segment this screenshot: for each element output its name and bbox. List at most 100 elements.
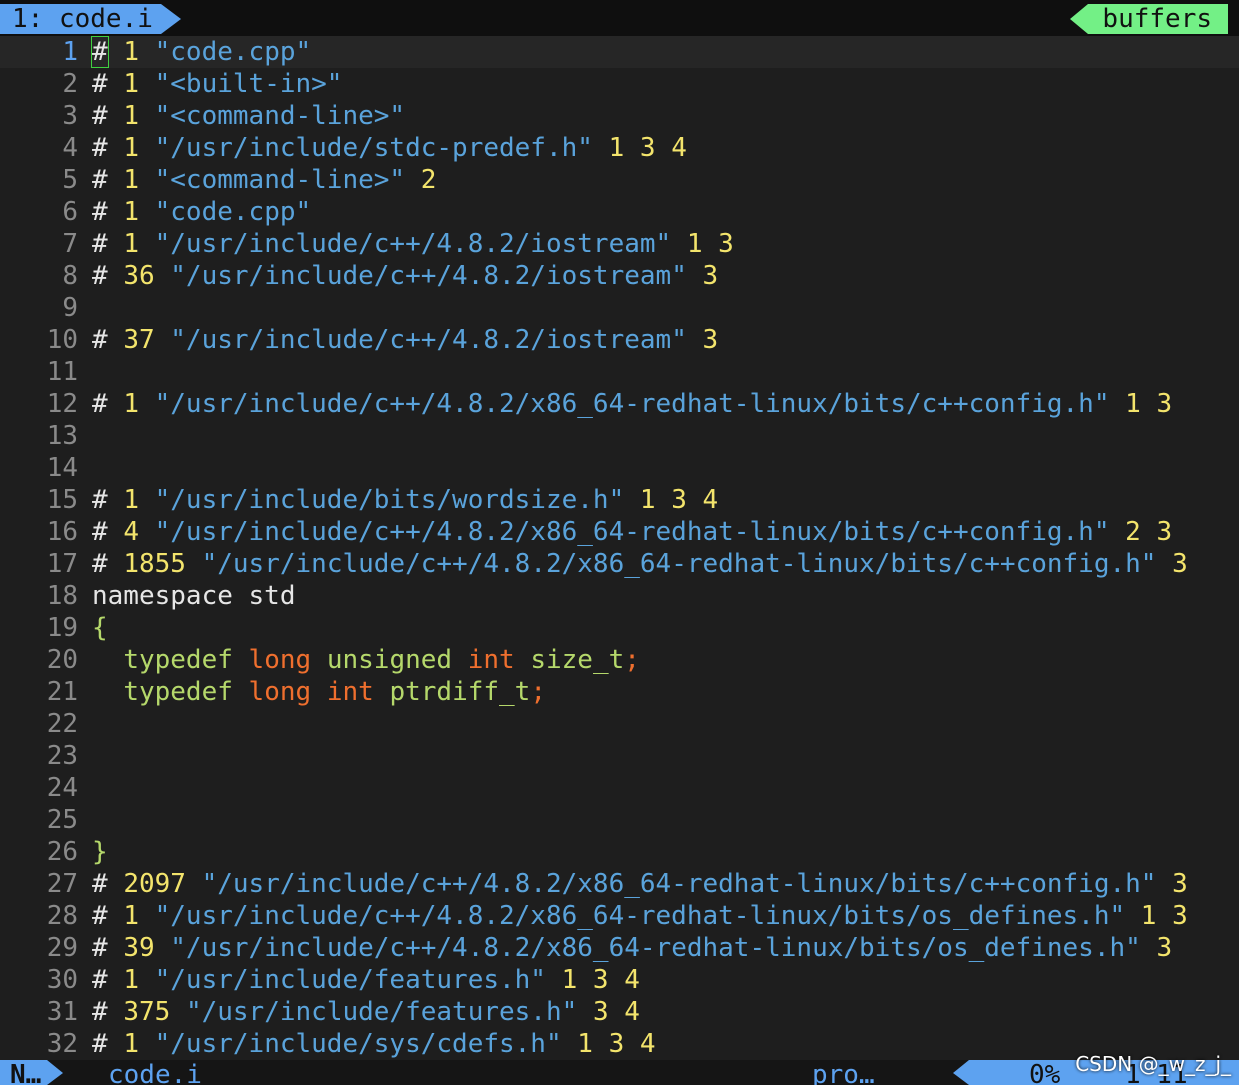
code-token: # xyxy=(92,901,108,931)
code-token: # xyxy=(92,69,108,99)
code-line[interactable]: 10 # 37 "/usr/include/c++/4.8.2/iostream"… xyxy=(0,324,1239,356)
code-line[interactable]: 28 # 1 "/usr/include/c++/4.8.2/x86_64-red… xyxy=(0,900,1239,932)
code-line[interactable]: 17 # 1855 "/usr/include/c++/4.8.2/x86_64-… xyxy=(0,548,1239,580)
tabline: 1: code.i buffers xyxy=(0,0,1239,36)
code-token: 1 3 xyxy=(1125,389,1173,419)
code-line[interactable]: 4 # 1 "/usr/include/stdc-predef.h" 1 3 4 xyxy=(0,132,1239,164)
code-token: 4 xyxy=(123,517,139,547)
code-token: "/usr/include/c++/4.8.2/x86_64-redhat-li… xyxy=(201,869,1157,899)
code-line[interactable]: 1 # 1 "code.cpp" xyxy=(0,36,1239,68)
code-line[interactable]: 26} xyxy=(0,836,1239,868)
code-line[interactable]: 31 # 375 "/usr/include/features.h" 3 4 xyxy=(0,996,1239,1028)
code-token: "/usr/include/sys/cdefs.h" xyxy=(154,1029,562,1059)
code-line[interactable]: 9 xyxy=(0,292,1239,324)
line-number: 17 xyxy=(46,549,78,579)
line-number: 30 xyxy=(46,965,78,995)
code-token: "/usr/include/c++/4.8.2/x86_64-redhat-li… xyxy=(201,549,1157,579)
line-number: 27 xyxy=(46,869,78,899)
line-number: 7 xyxy=(62,229,78,259)
code-line[interactable]: 29 # 39 "/usr/include/c++/4.8.2/x86_64-re… xyxy=(0,932,1239,964)
code-line[interactable]: 12 # 1 "/usr/include/c++/4.8.2/x86_64-red… xyxy=(0,388,1239,420)
code-token: # xyxy=(92,165,108,195)
line-number: 9 xyxy=(62,293,78,323)
code-line[interactable]: 20 typedef long unsigned int size_t; xyxy=(0,644,1239,676)
code-line[interactable]: 7 # 1 "/usr/include/c++/4.8.2/iostream" 1… xyxy=(0,228,1239,260)
code-line[interactable]: 15 # 1 "/usr/include/bits/wordsize.h" 1 3… xyxy=(0,484,1239,516)
code-line[interactable]: 6 # 1 "code.cpp" xyxy=(0,196,1239,228)
code-token: # xyxy=(92,229,108,259)
code-line[interactable]: 25 xyxy=(0,804,1239,836)
code-line[interactable]: 13 xyxy=(0,420,1239,452)
code-token: } xyxy=(92,837,108,867)
code-token: "/usr/include/c++/4.8.2/x86_64-redhat-li… xyxy=(154,517,1110,547)
line-number: 16 xyxy=(46,517,78,547)
code-line[interactable]: 5 # 1 "<command-line>" 2 xyxy=(0,164,1239,196)
code-token: # xyxy=(92,997,108,1027)
code-token: 1 xyxy=(123,165,139,195)
code-token: typedef xyxy=(123,677,233,707)
mode-indicator: N… xyxy=(0,1060,64,1085)
code-token: namespace std xyxy=(92,581,296,611)
code-line[interactable]: 24 xyxy=(0,772,1239,804)
tab-code-i[interactable]: 1: code.i xyxy=(0,4,181,34)
code-line[interactable]: 30 # 1 "/usr/include/features.h" 1 3 4 xyxy=(0,964,1239,996)
code-line[interactable]: 19 { xyxy=(0,612,1239,644)
code-line[interactable]: 3 # 1 "<command-line>" xyxy=(0,100,1239,132)
code-line[interactable]: 18 namespace std xyxy=(0,580,1239,612)
code-line[interactable]: 8 # 36 "/usr/include/c++/4.8.2/iostream" … xyxy=(0,260,1239,292)
code-token: 3 xyxy=(702,325,719,355)
code-line[interactable]: 21 typedef long int ptrdiff_t; xyxy=(0,676,1239,708)
line-number: 28 xyxy=(46,901,78,931)
code-line[interactable]: 22 xyxy=(0,708,1239,740)
code-line[interactable]: 11 xyxy=(0,356,1239,388)
line-number: 1 xyxy=(62,37,78,67)
code-line[interactable]: 14 xyxy=(0,452,1239,484)
code-token: "/usr/include/stdc-predef.h" xyxy=(154,133,593,163)
code-line[interactable]: 16 # 4 "/usr/include/c++/4.8.2/x86_64-red… xyxy=(0,516,1239,548)
code-token: "/usr/include/c++/4.8.2/iostream" xyxy=(154,229,672,259)
code-line[interactable]: 23 xyxy=(0,740,1239,772)
code-token: # xyxy=(92,517,108,547)
code-token: # xyxy=(92,389,108,419)
code-token: "/usr/include/c++/4.8.2/x86_64-redhat-li… xyxy=(154,389,1110,419)
code-token: "/usr/include/c++/4.8.2/x86_64-redhat-li… xyxy=(170,933,1141,963)
line-number: 18 xyxy=(46,581,78,611)
line-number: 14 xyxy=(46,453,78,483)
code-token: 3 4 xyxy=(592,997,640,1027)
code-token: 1 3 4 xyxy=(561,965,640,995)
code-token: 1 3 xyxy=(686,229,734,259)
code-line[interactable]: 32 # 1 "/usr/include/sys/cdefs.h" 1 3 4 xyxy=(0,1028,1239,1060)
code-token: # xyxy=(92,133,108,163)
editor-buffer[interactable]: 1 # 1 "code.cpp" 2 # 1 "<built-in>" 3 # 1 "<c… xyxy=(0,36,1239,1060)
buffers-label: buffers xyxy=(1070,4,1228,34)
code-line[interactable]: 27 # 2097 "/usr/include/c++/4.8.2/x86_64-… xyxy=(0,868,1239,900)
code-line[interactable]: 2 # 1 "<built-in>" xyxy=(0,68,1239,100)
